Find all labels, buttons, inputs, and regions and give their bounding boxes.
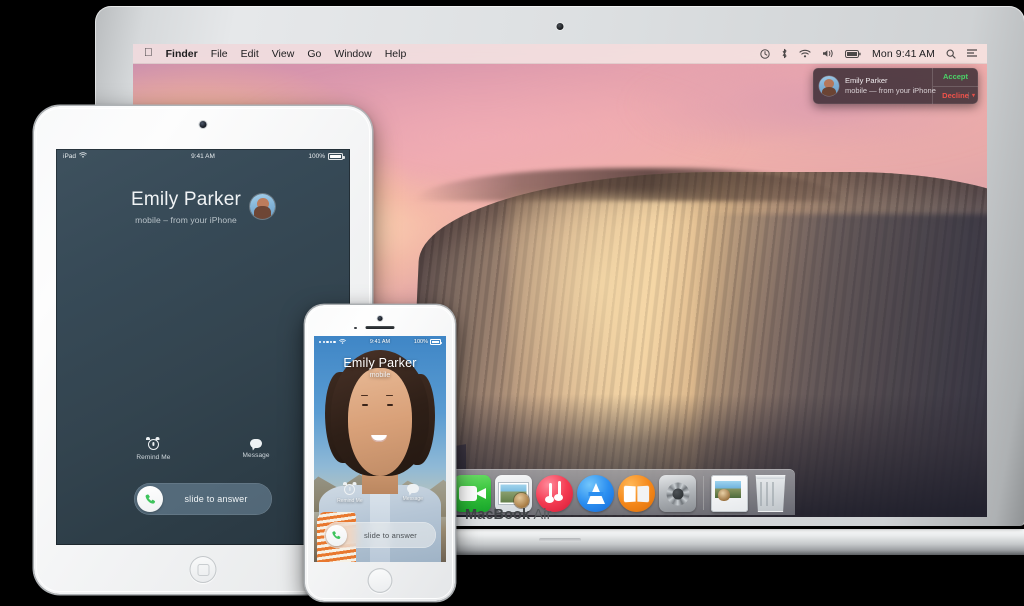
iphone-remind-me-label: Remind Me [337,498,363,504]
ipad-home-button[interactable] [190,556,217,583]
alarm-clock-icon [148,439,159,450]
photo-eye-left [362,404,368,407]
message-bubble-icon [250,439,262,448]
iphone-slide-label: slide to answer [347,531,434,540]
iphone-battery-percent: 100% [414,339,428,345]
menu-item-finder[interactable]: Finder [166,48,198,60]
volume-icon[interactable] [822,49,834,58]
iphone-caller-subtitle: mobile [314,372,446,379]
iphone-message-button[interactable]: Message [403,484,423,504]
scene-root:  Finder File Edit View Go Window Help [0,0,1024,606]
iphone-body: 9:41 AM 100% Emily Parker mobile Remind … [305,305,455,601]
battery-icon[interactable] [845,50,861,58]
signal-dot [319,341,321,343]
signal-dot [330,341,332,343]
alarm-clock-icon [344,484,355,495]
menu-item-file[interactable]: File [211,48,228,60]
phone-icon [331,530,342,541]
ipad-caller-text: Emily Parker mobile – from your iPhone [131,189,241,225]
iphone-status-bar: 9:41 AM 100% [314,336,446,348]
iphone-home-button[interactable] [368,568,393,593]
photo-face [348,368,411,476]
macos-menu-bar:  Finder File Edit View Go Window Help [133,44,987,64]
ipad-status-left: iPad [63,152,87,160]
message-bubble-icon [407,484,419,493]
bluetooth-icon[interactable] [781,48,788,59]
iphone-message-label: Message [403,496,423,502]
photo-eye-right [387,404,393,407]
ipad-message-button[interactable]: Message [243,439,270,461]
apple-logo-icon[interactable]:  [144,48,153,60]
signal-dot [323,341,325,343]
notification-caller-name: Emily Parker [845,76,926,86]
time-machine-icon[interactable] [760,49,770,59]
menu-item-window[interactable]: Window [334,48,371,60]
iphone-remind-me-button[interactable]: Remind Me [337,484,363,504]
iphone-screen: 9:41 AM 100% Emily Parker mobile Remind … [314,336,446,562]
ipad-carrier-label: iPad [63,153,76,160]
ipad-status-right: 100% [308,153,343,160]
wifi-icon [79,152,87,160]
wifi-icon [339,339,346,346]
earpiece-speaker-icon [366,326,395,329]
notification-caller-subtitle: mobile — from your iPhone [845,86,926,96]
decline-call-label: Decline [942,91,969,100]
ipad-caller-subtitle: mobile – from your iPhone [131,215,241,225]
iphone-slider-knob[interactable] [326,525,347,546]
iphone-call-actions: Remind Me Message [314,484,446,504]
ipad-caller-name: Emily Parker [131,189,241,212]
battery-icon [430,339,441,345]
decline-call-button[interactable]: Decline ▾ [933,87,978,105]
front-camera-icon [378,316,383,321]
front-camera-icon [200,121,207,128]
ipad-remind-me-label: Remind Me [136,454,170,461]
phone-icon [144,493,157,506]
search-icon[interactable] [946,49,956,59]
ipad-status-bar: iPad 9:41 AM 100% [56,149,350,163]
accept-call-button[interactable]: Accept [933,68,978,87]
signal-dot [326,341,328,343]
chevron-down-icon[interactable]: ▾ [968,92,975,99]
signal-dot [333,341,335,343]
incoming-call-notification[interactable]: Emily Parker mobile — from your iPhone A… [813,68,978,104]
facetime-camera-icon [557,23,564,30]
menu-item-view[interactable]: View [272,48,295,60]
ipad-message-label: Message [243,452,270,459]
macbook-product-label: MacBook Air [465,507,552,523]
ipad-clock: 9:41 AM [191,153,215,160]
menu-item-edit[interactable]: Edit [241,48,259,60]
wifi-icon[interactable] [799,49,811,58]
iphone-caller-name: Emily Parker [314,356,446,370]
ipad-slider-knob[interactable] [137,486,163,512]
battery-icon [328,153,343,160]
ipad-slide-to-answer[interactable]: slide to answer [134,483,272,515]
signal-dots-icon [319,341,336,343]
menu-item-go[interactable]: Go [307,48,321,60]
iphone-slide-to-answer[interactable]: slide to answer [324,522,436,548]
ipad-caller-header: Emily Parker mobile – from your iPhone [56,189,350,225]
iphone-device: 9:41 AM 100% Emily Parker mobile Remind … [305,305,455,601]
notification-text: Emily Parker mobile — from your iPhone [845,76,926,96]
iphone-clock: 9:41 AM [370,339,390,345]
notification-body: Emily Parker mobile — from your iPhone [813,68,932,104]
ambient-light-sensor-icon [354,327,357,330]
ipad-slide-label: slide to answer [163,494,269,504]
menu-item-help[interactable]: Help [385,48,407,60]
contact-avatar [250,194,275,219]
iphone-status-right: 100% [414,339,441,345]
ipad-remind-me-button[interactable]: Remind Me [136,439,170,461]
macbook-label-light: Air [534,507,552,523]
macbook-lid-notch [539,538,581,542]
menu-bar-clock[interactable]: Mon 9:41 AM [872,48,935,60]
notification-center-icon[interactable] [967,49,977,58]
macbook-label-bold: MacBook [465,507,530,523]
notification-buttons: Accept Decline ▾ [932,68,978,104]
ipad-battery-percent: 100% [308,153,325,160]
contact-avatar [819,76,839,96]
menu-bar-status-area: Mon 9:41 AM [760,48,977,60]
